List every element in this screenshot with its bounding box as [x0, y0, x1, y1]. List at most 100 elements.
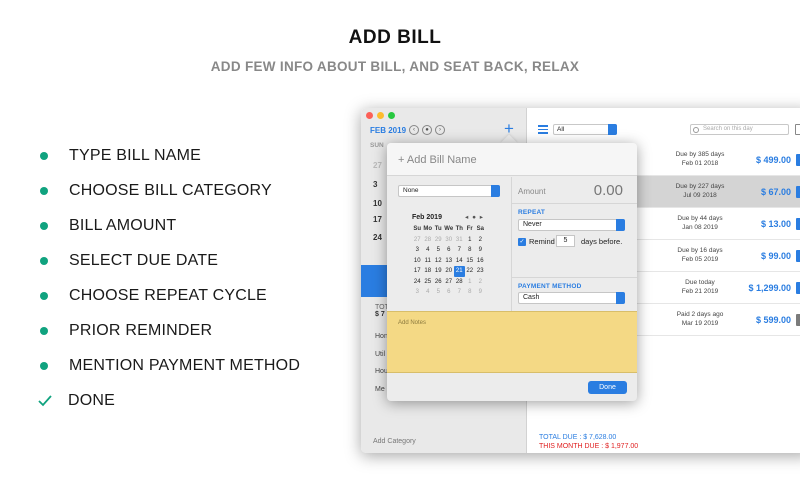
calendar-day[interactable]: 16	[475, 256, 486, 267]
category-select[interactable]: None	[398, 185, 500, 197]
bill-due-status: Paid 2 days ago	[676, 311, 724, 318]
sidebar-date[interactable]: 10	[373, 199, 382, 208]
bill-due-date: Mar 19 2019	[681, 320, 719, 327]
calendar-day[interactable]: 8	[465, 287, 476, 298]
calendar-day[interactable]: 3	[412, 287, 423, 298]
sidebar-category[interactable]: Util	[375, 351, 385, 358]
calendar-day[interactable]: 9	[475, 287, 486, 298]
remind-days-input[interactable]: 5	[556, 235, 575, 247]
next-month-icon[interactable]: ›	[435, 125, 445, 135]
close-window-button[interactable]	[366, 112, 373, 119]
pay-status-button[interactable]	[796, 154, 800, 166]
calendar-day[interactable]: 12	[433, 256, 444, 267]
prev-month-icon[interactable]: ‹	[409, 125, 419, 135]
calendar-day[interactable]: 5	[433, 245, 444, 256]
calendar-day[interactable]: 17	[412, 266, 423, 277]
pay-status-button[interactable]	[796, 314, 800, 326]
bill-due-status: Due by 227 days	[675, 183, 725, 190]
calendar-day[interactable]: 23	[475, 266, 486, 277]
chevron-down-icon	[491, 185, 500, 197]
today-dot-icon[interactable]: ●	[422, 125, 432, 135]
repeat-select[interactable]: Never	[518, 219, 625, 231]
done-button[interactable]: Done	[588, 381, 627, 394]
feature-label: BILL AMOUNT	[69, 216, 177, 234]
pay-status-button[interactable]	[796, 186, 800, 198]
calendar-day[interactable]: 6	[444, 287, 455, 298]
pay-status-button[interactable]	[796, 282, 800, 294]
amount-input[interactable]: 0.00	[594, 182, 623, 199]
filter-value: All	[557, 126, 565, 133]
calendar-day[interactable]: 1	[465, 277, 476, 288]
calendar-nav-icon[interactable]: ◂ ● ▸	[465, 213, 484, 221]
pay-status-button[interactable]	[796, 218, 800, 230]
toolbar-toggle-button[interactable]	[795, 124, 800, 135]
calendar-day[interactable]: 28	[454, 277, 465, 288]
calendar-day[interactable]: 18	[423, 266, 434, 277]
due-date-calendar: Su Mo Tu We Th Fr Sa 27 28 29 30 31 1 2 3 4 5 6 7 8 9 10 11 12 1…	[412, 224, 486, 298]
calendar-day[interactable]: 19	[433, 266, 444, 277]
payment-method-select[interactable]: Cash	[518, 292, 625, 304]
calendar-day[interactable]: 8	[465, 245, 476, 256]
calendar-day[interactable]: 26	[433, 277, 444, 288]
bill-due: Due by 385 days Feb 01 2018	[668, 150, 732, 168]
feature-label: MENTION PAYMENT METHOD	[69, 356, 301, 374]
bill-due-status: Due by 16 days	[677, 247, 723, 254]
calendar-day[interactable]: 7	[454, 245, 465, 256]
bullet-icon	[40, 186, 48, 195]
sidebar-date[interactable]: 27	[373, 161, 382, 170]
sidebar-category[interactable]: Hon	[375, 333, 388, 340]
feature-label: CHOOSE REPEAT CYCLE	[69, 286, 267, 304]
add-category-button[interactable]: Add Category	[373, 438, 416, 445]
sidebar-date[interactable]: 17	[373, 215, 382, 224]
calendar-day[interactable]: 24	[412, 277, 423, 288]
sidebar-month: FEB 2019	[370, 126, 407, 135]
calendar-day[interactable]: 9	[475, 245, 486, 256]
calendar-day[interactable]: 28	[423, 235, 434, 246]
calendar-day[interactable]: 15	[465, 256, 476, 267]
sidebar-date[interactable]: 3	[373, 180, 377, 189]
calendar-day[interactable]: 4	[423, 245, 434, 256]
hero-title: ADD BILL	[348, 27, 442, 48]
calendar-day[interactable]: 6	[444, 245, 455, 256]
calendar-day[interactable]: 2	[475, 277, 486, 288]
bullet-icon	[40, 326, 48, 335]
sidebar-category[interactable]: Hou	[375, 368, 388, 375]
bill-name-input[interactable]: + Add Bill Name	[387, 143, 637, 176]
search-input[interactable]: Search on this day	[690, 124, 789, 135]
bill-amount: $ 67.00	[760, 187, 791, 197]
calendar-day[interactable]: 5	[433, 287, 444, 298]
remind-checkbox[interactable]: ✓	[518, 238, 526, 246]
calendar-day[interactable]: 4	[423, 287, 434, 298]
calendar-day[interactable]: 1	[465, 235, 476, 246]
calendar-day[interactable]: 14	[454, 256, 465, 267]
pay-status-button[interactable]	[796, 250, 800, 262]
list-menu-icon[interactable]	[538, 125, 548, 136]
calendar-day[interactable]: 27	[444, 277, 455, 288]
calendar-day[interactable]: 2	[475, 235, 486, 246]
calendar-day[interactable]: 22	[465, 266, 476, 277]
window-controls	[366, 112, 395, 119]
calendar-day[interactable]: 13	[444, 256, 455, 267]
calendar-day[interactable]: 31	[454, 235, 465, 246]
calendar-day[interactable]: 7	[454, 287, 465, 298]
feature-list: TYPE BILL NAME CHOOSE BILL CATEGORY BILL A…	[36, 138, 300, 418]
sidebar-category[interactable]: Me	[375, 386, 385, 393]
calendar-day[interactable]: 11	[423, 256, 434, 267]
filter-select[interactable]: All	[553, 124, 617, 135]
notes-textarea[interactable]: Add Notes	[387, 311, 637, 373]
total-due: TOTAL DUE : $ 7,628.00	[539, 434, 617, 441]
calendar-day[interactable]: 10	[412, 256, 423, 267]
calendar-day[interactable]: 21	[454, 266, 465, 277]
calendar-day[interactable]: 20	[444, 266, 455, 277]
sidebar-date[interactable]: 24	[373, 233, 382, 242]
calendar-day[interactable]: 27	[412, 235, 423, 246]
calendar-day[interactable]: 29	[433, 235, 444, 246]
bill-due: Due today Feb 21 2019	[668, 278, 732, 296]
zoom-window-button[interactable]	[388, 112, 395, 119]
minimize-window-button[interactable]	[377, 112, 384, 119]
bill-due-date: Feb 21 2019	[681, 288, 719, 295]
payment-method-label: PAYMENT METHOD	[518, 283, 582, 290]
calendar-day[interactable]: 3	[412, 245, 423, 256]
calendar-day[interactable]: 25	[423, 277, 434, 288]
calendar-day[interactable]: 30	[444, 235, 455, 246]
